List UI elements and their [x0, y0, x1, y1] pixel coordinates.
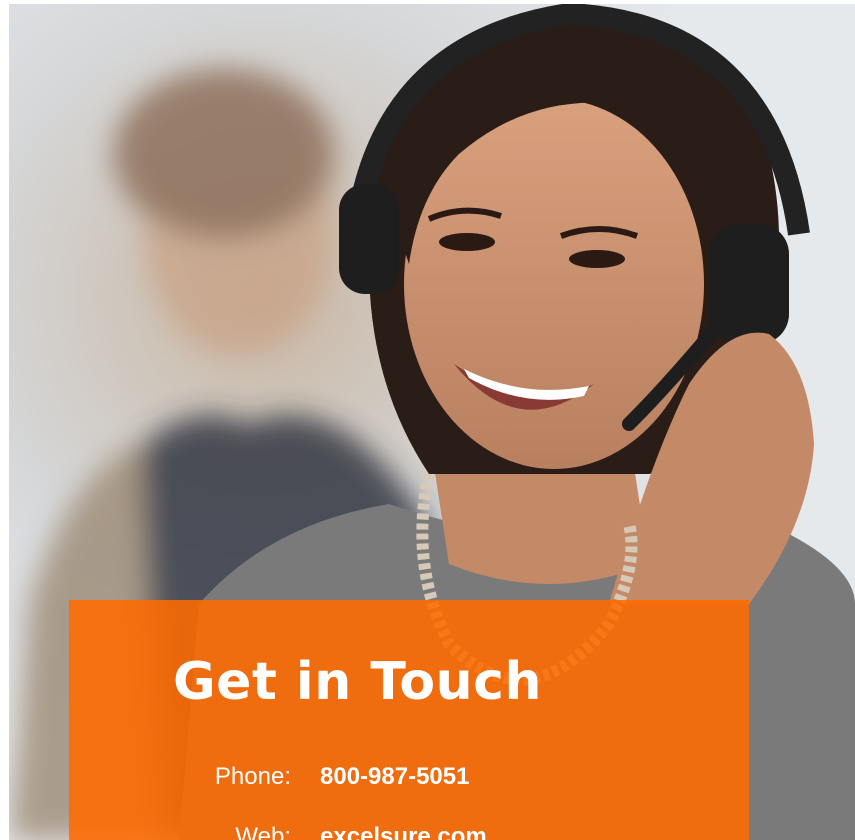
website-link[interactable]: excelsure.com	[320, 823, 487, 840]
contact-card-title: Get in Touch	[173, 652, 543, 712]
phone-label: Phone:	[214, 763, 291, 790]
contact-card: Get in Touch Phone: 800-987-5051 Web: ex…	[69, 600, 749, 840]
web-label: Web:	[235, 823, 291, 840]
phone-row: Phone: 800-987-5051	[69, 763, 749, 803]
web-row: Web: excelsure.com	[69, 823, 749, 840]
phone-number-link[interactable]: 800-987-5051	[320, 763, 469, 791]
